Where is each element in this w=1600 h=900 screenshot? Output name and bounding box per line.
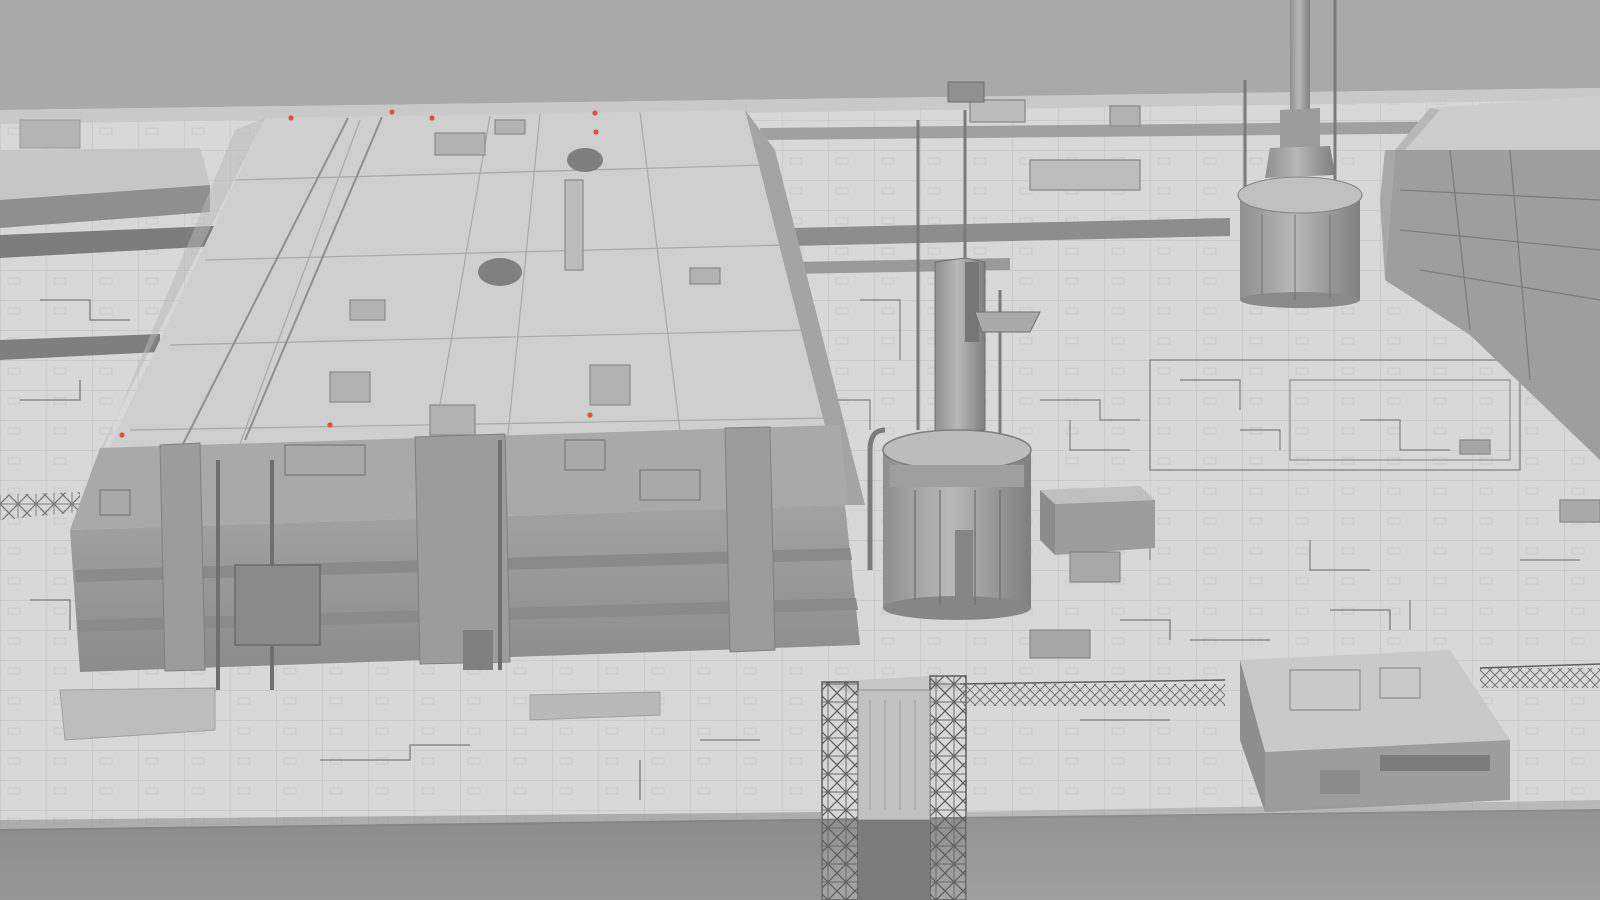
roof-dome-icon (478, 258, 522, 286)
tower-dish-top (947, 81, 985, 103)
front-truss-pier (821, 675, 967, 900)
wall-machinery-box (234, 564, 321, 646)
industrial-deck-render (0, 0, 1600, 900)
roof-dome-icon (567, 148, 603, 172)
